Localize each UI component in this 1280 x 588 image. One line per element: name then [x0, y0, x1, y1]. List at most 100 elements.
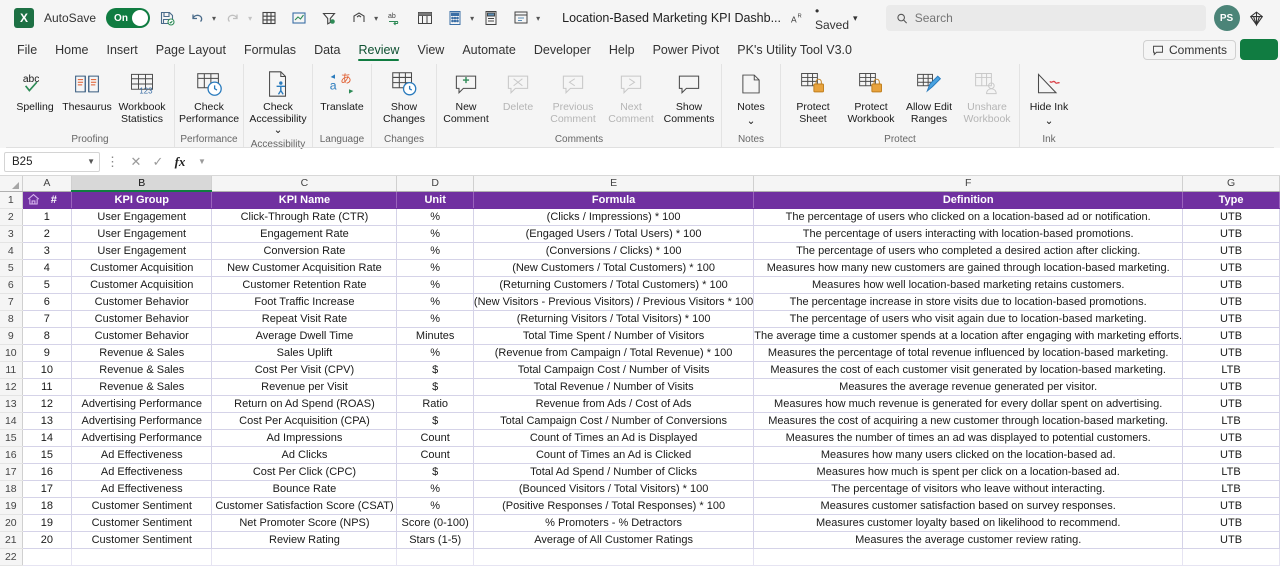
cell-f7[interactable]: The percentage increase in store visits … — [753, 293, 1184, 311]
saved-status[interactable]: • Saved ▾ — [815, 4, 858, 32]
row-header-20[interactable]: 20 — [0, 514, 23, 532]
row-header-14[interactable]: 14 — [0, 412, 23, 430]
row-header-13[interactable]: 13 — [0, 395, 23, 413]
print-preview-icon[interactable] — [508, 5, 534, 31]
redo-icon[interactable] — [220, 5, 246, 31]
tab-automate[interactable]: Automate — [453, 41, 525, 62]
check-accessibility-dropdown-icon[interactable]: ⌄ — [274, 124, 283, 136]
row-header-4[interactable]: 4 — [0, 242, 23, 260]
check-accessibility-button[interactable]: Check Accessibility ⌄ — [247, 66, 309, 139]
notes-dropdown-icon[interactable]: ⌄ — [747, 115, 756, 128]
row-header-22[interactable]: 22 — [0, 548, 23, 566]
cell-f21[interactable]: Measures the average customer review rat… — [753, 531, 1184, 549]
cell-g2[interactable]: UTB — [1182, 208, 1280, 226]
cell-g20[interactable]: UTB — [1182, 514, 1280, 532]
translate-button[interactable]: a あ Translate — [316, 66, 368, 116]
column-header-b[interactable]: B — [71, 176, 213, 192]
cell-a22[interactable] — [22, 548, 73, 566]
cell-c15[interactable]: Ad Impressions — [211, 429, 398, 447]
cell-b2[interactable]: User Engagement — [71, 208, 213, 226]
share-icon[interactable] — [346, 5, 372, 31]
cell-g3[interactable]: UTB — [1182, 225, 1280, 243]
cell-a4[interactable]: 3 — [22, 242, 73, 260]
cell-g21[interactable]: UTB — [1182, 531, 1280, 549]
cell-f1[interactable]: Definition — [753, 191, 1184, 209]
insert-function-icon[interactable]: fx — [169, 151, 191, 173]
cancel-icon[interactable]: ✕ — [125, 151, 147, 173]
cell-c14[interactable]: Cost Per Acquisition (CPA) — [211, 412, 398, 430]
cell-c7[interactable]: Foot Traffic Increase — [211, 293, 398, 311]
cell-d2[interactable]: % — [396, 208, 474, 226]
cell-f8[interactable]: The percentage of users who visit again … — [753, 310, 1184, 328]
cell-c2[interactable]: Click-Through Rate (CTR) — [211, 208, 398, 226]
cell-f10[interactable]: Measures the percentage of total revenue… — [753, 344, 1184, 362]
tab-developer[interactable]: Developer — [525, 41, 600, 62]
cell-e10[interactable]: (Revenue from Campaign / Total Revenue) … — [473, 344, 755, 362]
cell-a12[interactable]: 11 — [22, 378, 73, 396]
calculator-dropdown-icon[interactable]: ▾ — [470, 14, 474, 23]
cell-a6[interactable]: 5 — [22, 276, 73, 294]
notes-button[interactable]: Notes ⌄ — [725, 66, 777, 129]
cell-g4[interactable]: UTB — [1182, 242, 1280, 260]
cell-e21[interactable]: Average of All Customer Ratings — [473, 531, 755, 549]
cell-b5[interactable]: Customer Acquisition — [71, 259, 213, 277]
cell-f19[interactable]: Measures customer satisfaction based on … — [753, 497, 1184, 515]
name-box-dropdown-icon[interactable]: ▼ — [87, 157, 95, 166]
cell-f6[interactable]: Measures how well location-based marketi… — [753, 276, 1184, 294]
cell-c3[interactable]: Engagement Rate — [211, 225, 398, 243]
cell-c18[interactable]: Bounce Rate — [211, 480, 398, 498]
row-header-11[interactable]: 11 — [0, 361, 23, 379]
home-icon[interactable] — [27, 193, 40, 207]
cell-g9[interactable]: UTB — [1182, 327, 1280, 345]
cell-a10[interactable]: 9 — [22, 344, 73, 362]
permissions-icon[interactable]: A R — [785, 5, 811, 31]
tab-home[interactable]: Home — [46, 41, 97, 62]
cell-d9[interactable]: Minutes — [396, 327, 474, 345]
redo-dropdown-icon[interactable]: ▾ — [248, 14, 252, 23]
cell-c9[interactable]: Average Dwell Time — [211, 327, 398, 345]
chart-icon[interactable] — [286, 5, 312, 31]
cell-d21[interactable]: Stars (1-5) — [396, 531, 474, 549]
tab-insert[interactable]: Insert — [98, 41, 147, 62]
cell-a5[interactable]: 4 — [22, 259, 73, 277]
cell-e5[interactable]: (New Customers / Total Customers) * 100 — [473, 259, 755, 277]
cell-f16[interactable]: Measures how many users clicked on the l… — [753, 446, 1184, 464]
tab-file[interactable]: File — [8, 41, 46, 62]
cell-g17[interactable]: LTB — [1182, 463, 1280, 481]
cell-b19[interactable]: Customer Sentiment — [71, 497, 213, 515]
cell-d4[interactable]: % — [396, 242, 474, 260]
cell-e14[interactable]: Total Campaign Cost / Number of Conversi… — [473, 412, 755, 430]
tab-review[interactable]: Review — [349, 41, 408, 62]
cell-a17[interactable]: 16 — [22, 463, 73, 481]
cell-c12[interactable]: Revenue per Visit — [211, 378, 398, 396]
cell-d18[interactable]: % — [396, 480, 474, 498]
cell-b15[interactable]: Advertising Performance — [71, 429, 213, 447]
cell-g15[interactable]: UTB — [1182, 429, 1280, 447]
row-header-21[interactable]: 21 — [0, 531, 23, 549]
avatar[interactable]: PS — [1213, 5, 1240, 31]
cell-d7[interactable]: % — [396, 293, 474, 311]
cell-c22[interactable] — [211, 548, 398, 566]
cell-a21[interactable]: 20 — [22, 531, 73, 549]
save-icon[interactable] — [154, 5, 180, 31]
cell-f22[interactable] — [753, 548, 1184, 566]
cell-d19[interactable]: % — [396, 497, 474, 515]
allow-edit-ranges-button[interactable]: Allow Edit Ranges — [900, 66, 958, 127]
cell-e2[interactable]: (Clicks / Impressions) * 100 — [473, 208, 755, 226]
cell-c5[interactable]: New Customer Acquisition Rate — [211, 259, 398, 277]
thesaurus-button[interactable]: Thesaurus — [61, 66, 113, 116]
cell-e3[interactable]: (Engaged Users / Total Users) * 100 — [473, 225, 755, 243]
document-title[interactable]: Location-Based Marketing KPI Dashb... — [562, 11, 781, 25]
share-dropdown-icon[interactable]: ▾ — [374, 14, 378, 23]
cell-d20[interactable]: Score (0-100) — [396, 514, 474, 532]
cell-a18[interactable]: 17 — [22, 480, 73, 498]
column-header-c[interactable]: C — [211, 176, 398, 192]
cell-d5[interactable]: % — [396, 259, 474, 277]
share-button[interactable] — [1240, 39, 1278, 60]
column-header-f[interactable]: F — [753, 176, 1184, 192]
show-comments-button[interactable]: Show Comments — [660, 66, 718, 127]
cell-g5[interactable]: UTB — [1182, 259, 1280, 277]
cell-f14[interactable]: Measures the cost of acquiring a new cus… — [753, 412, 1184, 430]
cell-g7[interactable]: UTB — [1182, 293, 1280, 311]
cell-b7[interactable]: Customer Behavior — [71, 293, 213, 311]
